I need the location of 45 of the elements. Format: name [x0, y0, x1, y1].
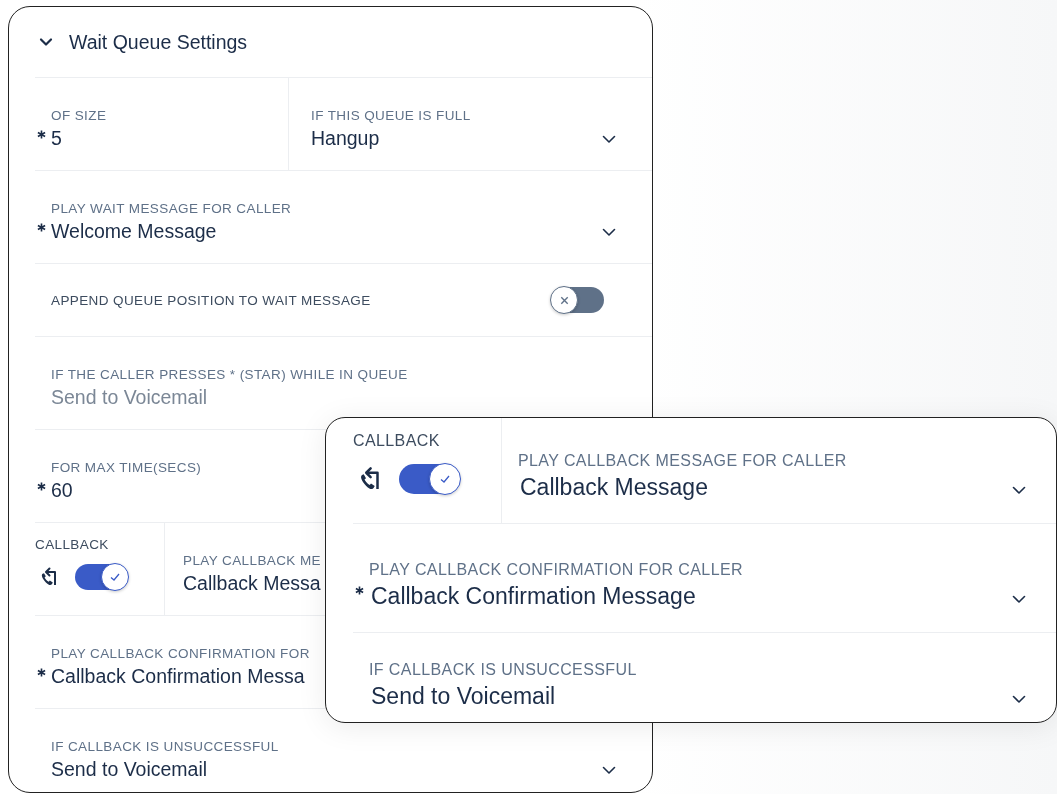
- field-label: IF CALLBACK IS UNSUCCESSFUL: [50, 739, 280, 754]
- toggle-label: APPEND QUEUE POSITION TO WAIT MESSAGE: [51, 292, 371, 308]
- field-value: Send to Voicemail: [51, 386, 208, 409]
- check-icon: [109, 571, 121, 583]
- field-value: 5: [51, 127, 62, 150]
- chevron-down-icon: [1012, 695, 1026, 704]
- dropdown-field[interactable]: PLAY WAIT MESSAGE FOR CALLER Welcome Message: [35, 171, 652, 263]
- field-label: PLAY CALLBACK CONFIRMATION FOR CALLER: [368, 561, 744, 579]
- section-title: Wait Queue Settings: [69, 30, 248, 54]
- chevron-down-icon: [1012, 595, 1026, 604]
- cross-icon: [558, 294, 570, 306]
- chevron-down-icon: [602, 228, 616, 237]
- field-value: Send to Voicemail: [371, 683, 556, 710]
- field-label: FOR MAX TIME(SECS): [50, 460, 203, 475]
- toggle-switch[interactable]: [399, 464, 459, 494]
- dropdown-field[interactable]: IF THIS QUEUE IS FULL Hangup: [289, 78, 652, 170]
- input-field[interactable]: OF SIZE 5: [35, 78, 289, 170]
- toggle-switch[interactable]: [552, 287, 604, 313]
- field-label: PLAY CALLBACK ME: [182, 553, 322, 568]
- input-field[interactable]: PLAY CALLBACK CONFIRMATION FOR Callback Confirmation Messa: [35, 616, 326, 708]
- field-label: IF THIS QUEUE IS FULL: [310, 108, 472, 123]
- field-value: Callback Messa: [183, 572, 321, 595]
- field-label: IF CALLBACK IS UNSUCCESSFUL: [368, 661, 638, 679]
- chevron-down-icon: [1012, 486, 1026, 495]
- field-label: IF THE CALLER PRESSES * (STAR) WHILE IN QUEUE: [50, 367, 409, 382]
- field-value: Hangup: [311, 127, 380, 150]
- toggle-switch[interactable]: [75, 564, 127, 590]
- callback-label: CALLBACK: [353, 432, 441, 450]
- chevron-down-icon: [602, 135, 616, 144]
- input-field[interactable]: FOR MAX TIME(SECS) 60: [35, 430, 326, 522]
- field-label: PLAY CALLBACK MESSAGE FOR CALLER: [517, 452, 848, 470]
- field-value: Send to Voicemail: [51, 758, 208, 781]
- chevron-icon[interactable]: [39, 37, 53, 47]
- field-value: Callback Confirmation Message: [371, 583, 696, 610]
- field-value: Callback Message: [520, 474, 708, 501]
- callback-label: CALLBACK: [35, 537, 110, 552]
- field-value: Welcome Message: [51, 220, 217, 243]
- field-label: PLAY CALLBACK CONFIRMATION FOR: [50, 646, 311, 661]
- field-label: PLAY WAIT MESSAGE FOR CALLER: [50, 201, 293, 216]
- chevron-down-icon: [602, 766, 616, 775]
- field-value: Callback Confirmation Messa: [51, 665, 305, 688]
- check-icon: [439, 473, 451, 485]
- field-value: 60: [51, 479, 73, 502]
- field-label: OF SIZE: [50, 108, 108, 123]
- dropdown-field[interactable]: PLAY CALLBACK CONFIRMATION FOR CALLER Callback Confirmation Message: [353, 524, 1056, 632]
